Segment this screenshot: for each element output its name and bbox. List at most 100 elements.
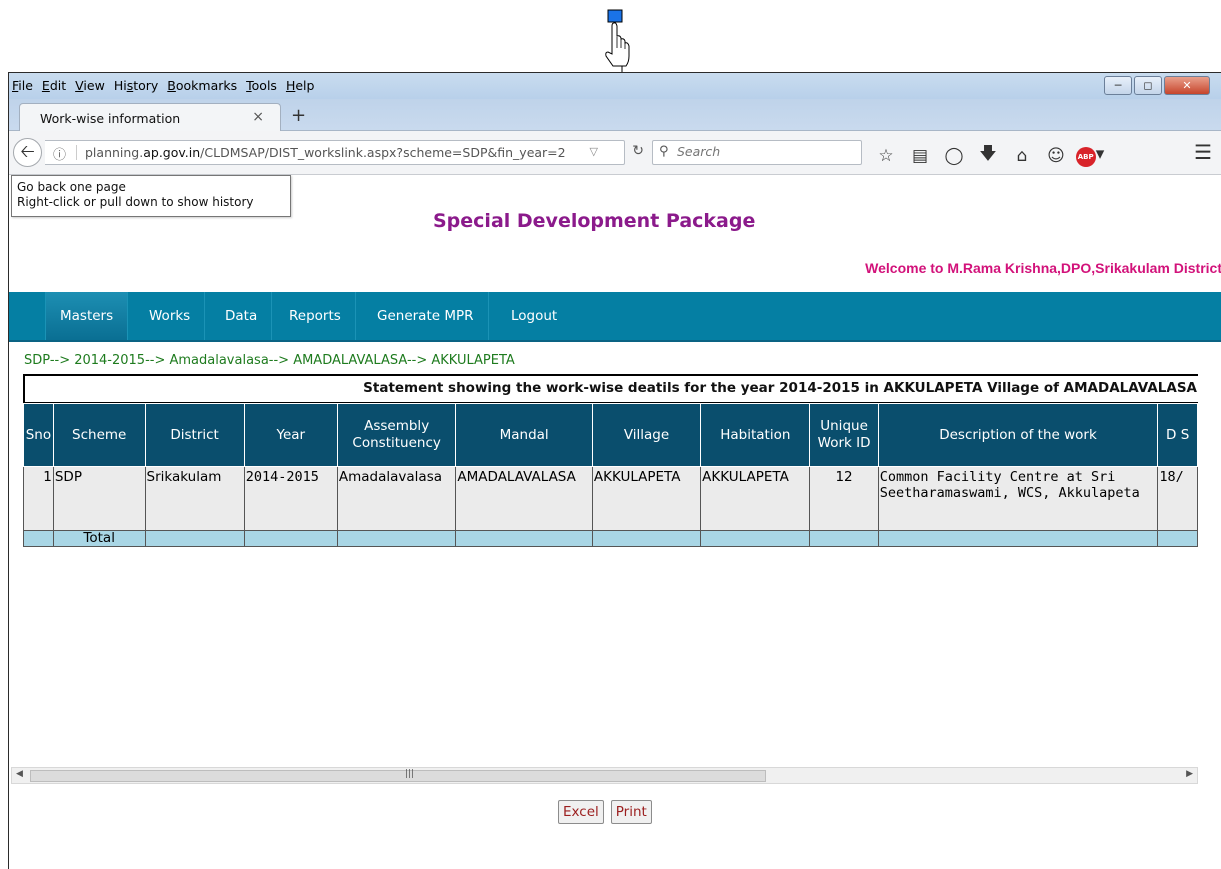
tab-work-wise-information[interactable]: Work-wise information × [19,103,281,132]
column-header: Year [243,403,338,467]
scroll-left-icon[interactable]: ◀ [16,769,23,779]
chat-icon[interactable]: ☺ [1039,146,1073,166]
scrollbar-thumb[interactable]: ||| [30,769,766,782]
menu-item[interactable]: Help [286,78,315,93]
menu-item[interactable]: Bookmarks [167,78,237,93]
back-button[interactable]: 🡠 [13,138,42,167]
total-cell-empty [1157,530,1198,547]
total-cell-empty [591,530,702,547]
menu-item[interactable]: View [75,78,105,93]
hamburger-menu-icon[interactable]: ☰ [1194,140,1212,164]
works-table-container: Statement showing the work-wise deatils … [23,374,1198,724]
tab-title: Work-wise information [40,111,181,126]
bookmark-star-icon[interactable]: ☆ [869,146,903,166]
close-window-button[interactable]: ✕ [1164,76,1210,95]
total-cell-empty [455,530,593,547]
info-icon[interactable]: ⓘ [53,144,66,163]
nav-generate-mpr[interactable]: Generate MPR [363,292,489,340]
url-prefix: planning. [85,145,144,160]
column-header: Assembly Constituency [336,403,457,467]
page-title: Special Development Package [433,210,756,232]
cell-habitation: AKKULAPETA [700,466,811,531]
cell-date: 18/ [1157,466,1198,531]
back-arrow-icon: 🡠 [20,141,35,162]
pocket-icon[interactable]: ◯ [937,146,971,166]
excel-button[interactable]: Excel [558,800,604,824]
navigation-toolbar: 🡠 ⓘ planning.ap.gov.in/CLDMSAP/DIST_work… [9,131,1221,175]
browser-window: File Edit View History Bookmarks Tools Help ─ … [8,72,1221,869]
nav-masters[interactable]: Masters [45,292,129,340]
column-header: Village [591,403,702,467]
reading-list-icon[interactable]: ▤ [903,146,937,166]
url-path: /CLDMSAP/DIST_workslink.aspx?scheme=SDP&… [200,145,566,160]
grip-icon: ||| [405,769,415,779]
maximize-button[interactable]: ◻ [1134,76,1162,95]
toolbar-icons: ☆ ▤ ◯ 🡇 ⌂ ☺ ABP ▾ [869,141,1107,170]
scroll-right-icon[interactable]: ▶ [1186,769,1193,779]
nav-reports[interactable]: Reports [275,292,356,340]
column-header: Sno [23,403,54,467]
back-button-tooltip: Go back one page Right-click or pull dow… [11,175,291,217]
url-text[interactable]: planning.ap.gov.in/CLDMSAP/DIST_workslin… [76,145,566,160]
home-icon[interactable]: ⌂ [1005,146,1039,166]
cell-assembly: Amadalavalasa [336,466,457,531]
total-cell-empty [336,530,457,547]
column-header: Habitation [700,403,811,467]
close-tab-icon[interactable]: × [252,109,264,125]
main-navigation: Masters Works Data Reports Generate MPR … [9,292,1221,342]
total-row: Total [23,530,1198,547]
menu-item[interactable]: Edit [42,78,66,93]
nav-data[interactable]: Data [211,292,273,340]
reload-icon[interactable]: ↻ [632,143,644,159]
nav-logout[interactable]: Logout [497,292,571,340]
menu-item[interactable]: History [114,78,158,93]
cell-sno: 1 [23,466,54,531]
search-box[interactable]: ⚲ [652,140,862,165]
tooltip-line-1: Go back one page [17,180,126,194]
total-cell-empty [700,530,811,547]
welcome-message: Welcome to M.Rama Krishna,DPO,Srikakulam… [865,260,1221,276]
cell-year: 2014-2015 [243,466,338,531]
tab-bar: Work-wise information × + [9,99,1221,132]
search-input[interactable] [677,144,857,159]
url-bar[interactable]: ⓘ planning.ap.gov.in/CLDMSAP/DIST_worksl… [45,140,644,165]
breadcrumb: SDP--> 2014-2015--> Amadalavalasa--> AMA… [24,353,515,368]
total-label: Total [52,530,146,547]
column-header: D S [1157,403,1198,467]
total-cell-empty [23,530,54,547]
new-tab-button[interactable]: + [291,105,306,126]
tooltip-line-2: Right-click or pull down to show history [17,195,254,209]
adblock-plus-icon[interactable]: ABP ▾ [1073,144,1107,167]
menu-bar: File Edit View History Bookmarks Tools Help ─ … [9,73,1221,99]
column-header: Unique Work ID [809,403,879,467]
menu-item[interactable]: Tools [246,78,277,93]
search-icon: ⚲ [659,144,669,159]
column-header: Description of the work [877,403,1159,467]
menu-item[interactable]: File [12,78,33,93]
hand-pointer-cursor-icon [605,9,630,72]
total-cell-empty [809,530,879,547]
column-header: Scheme [52,403,146,467]
cell-district: Srikakulam [144,466,245,531]
cell-work-id: 12 [809,466,879,531]
web-page: Special Development Package Welcome to M… [9,176,1221,869]
print-button[interactable]: Print [610,800,652,824]
minimize-button[interactable]: ─ [1104,76,1132,95]
download-icon[interactable]: 🡇 [971,141,1005,170]
column-header: District [144,403,245,467]
window-controls: ─ ◻ ✕ [1104,76,1210,95]
cell-scheme: SDP [52,466,146,531]
total-cell-empty [877,530,1159,547]
total-cell-empty [144,530,245,547]
cell-village: AKKULAPETA [591,466,702,531]
cell-mandal: AMADALAVALASA [455,466,593,531]
horizontal-scrollbar[interactable]: ◀ ||| ▶ [11,767,1198,784]
nav-works[interactable]: Works [135,292,206,340]
url-dropdown-icon[interactable]: ▽ [590,145,598,158]
cell-description: Common Facility Centre at Sri Seetharama… [877,466,1159,531]
table-header-row: Sno Scheme District Year Assembly Consti… [23,403,1198,467]
works-table: Sno Scheme District Year Assembly Consti… [23,403,1198,547]
url-domain: ap.gov.in [143,145,201,160]
total-cell-empty [243,530,338,547]
statement-heading: Statement showing the work-wise deatils … [23,374,1198,403]
